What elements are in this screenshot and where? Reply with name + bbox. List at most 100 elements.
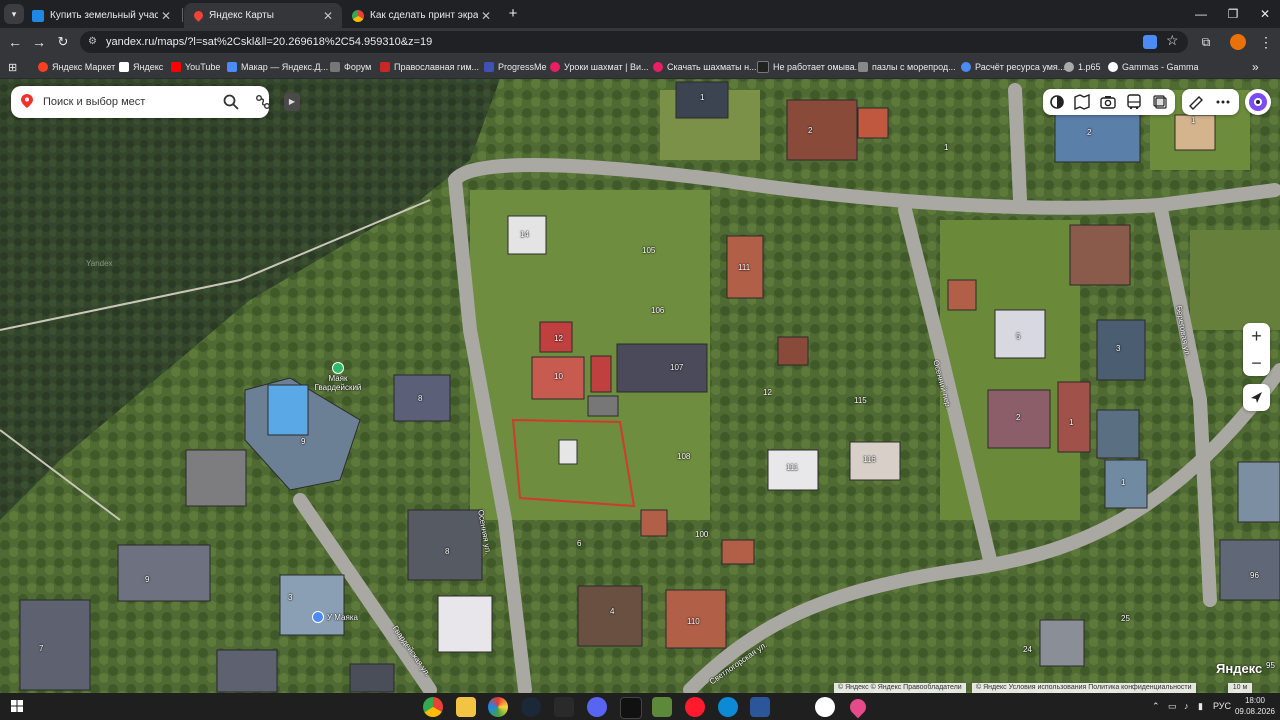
zoom-in-button[interactable]: +: [1243, 323, 1270, 349]
bookmark-yandex[interactable]: Яндекс: [119, 59, 163, 75]
volume-icon[interactable]: ♪: [1184, 693, 1189, 720]
poi-u-mayaka[interactable]: У Маяка: [312, 611, 358, 623]
globe-icon: [1064, 62, 1074, 72]
opera-icon[interactable]: [685, 697, 705, 717]
tab-screenshot-howto[interactable]: Как сделать принт экрана на н ✕: [342, 3, 500, 28]
bookmark-label: Уроки шахмат | Ви...: [564, 62, 649, 72]
network-icon[interactable]: ▭: [1168, 693, 1177, 720]
bookmark-label: Яндекс: [133, 62, 164, 72]
copyright-rightsholders[interactable]: © Яндекс © Яндекс Правообладатели: [834, 683, 966, 693]
map-book-icon[interactable]: [1074, 94, 1090, 110]
language-indicator[interactable]: РУС: [1213, 693, 1231, 720]
bookmark-p65[interactable]: 1.p65: [1064, 59, 1101, 75]
route-icon[interactable]: [255, 94, 271, 110]
bookmark-progressme[interactable]: ProgressMe: [484, 59, 547, 75]
battery-icon[interactable]: ▮: [1198, 693, 1203, 720]
close-icon[interactable]: ✕: [478, 9, 494, 23]
alice-assistant-button[interactable]: [1245, 89, 1271, 115]
windows-start-icon[interactable]: [11, 700, 23, 712]
water-drop-icon[interactable]: [846, 695, 870, 719]
panorama-layers-icon[interactable]: [1152, 94, 1168, 110]
bookmark-puzzles[interactable]: пазлы с морепрод...: [858, 59, 956, 75]
house-number: 96: [1250, 571, 1259, 580]
ruler-icon[interactable]: [1188, 94, 1204, 110]
terminal-icon[interactable]: [620, 697, 642, 719]
file-explorer-icon[interactable]: [456, 697, 476, 717]
close-window-icon[interactable]: ✕: [1250, 2, 1280, 26]
yandex-icon: [119, 62, 129, 72]
reload-icon[interactable]: ↻: [53, 32, 73, 52]
word-icon[interactable]: [750, 697, 770, 717]
site-icon: [961, 62, 971, 72]
more-icon[interactable]: [1215, 94, 1231, 110]
minimize-icon[interactable]: —: [1186, 2, 1216, 26]
tab-title: Как сделать принт экрана на н: [370, 10, 478, 21]
extensions-icon[interactable]: ⧉: [1196, 32, 1216, 52]
collapse-panel-button[interactable]: ▶: [284, 93, 300, 111]
new-tab-button[interactable]: +: [498, 2, 528, 26]
zoom-out-button[interactable]: −: [1243, 350, 1270, 376]
color-app-icon[interactable]: [488, 697, 508, 717]
map-search-box[interactable]: Поиск и выбор мест: [11, 86, 271, 118]
bookmark-chess-download[interactable]: Скачать шахматы н...: [653, 59, 757, 75]
close-icon[interactable]: ✕: [320, 9, 336, 23]
tab-search-button[interactable]: ▾: [4, 4, 24, 24]
bookmark-youtube[interactable]: YouTube: [171, 59, 220, 75]
layers-icon[interactable]: [1049, 94, 1065, 110]
chrome-icon[interactable]: [423, 697, 443, 717]
chrome-icon: [352, 9, 364, 22]
restore-icon[interactable]: ❐: [1218, 2, 1248, 26]
camera-icon[interactable]: [1100, 94, 1116, 110]
clock[interactable]: 18:00 09.08.2026: [1234, 695, 1276, 717]
bookmark-yandex-market[interactable]: Яндекс Маркет: [38, 59, 115, 75]
search-icon[interactable]: [223, 94, 239, 110]
bookmark-resource[interactable]: Расчёт ресурса умя...: [961, 59, 1065, 75]
house-number: 1: [1191, 116, 1196, 125]
bookmark-gammas[interactable]: Gammas - Gamma: [1108, 59, 1199, 75]
steam-icon[interactable]: [521, 697, 541, 717]
more-bookmarks-button[interactable]: »: [1252, 59, 1259, 75]
tray-chevron-icon[interactable]: ⌃: [1152, 693, 1160, 720]
satellite-map[interactable]: 1 2 2 1 1 14 105 111 106 12 107 10 8 12 …: [0, 79, 1280, 693]
apps-grid-icon[interactable]: ⊞: [8, 59, 17, 75]
terms-privacy-links[interactable]: © Яндекс Условия использования Политика …: [972, 683, 1196, 693]
star-icon[interactable]: ☆: [1166, 32, 1179, 49]
minecraft-icon[interactable]: [652, 697, 672, 717]
bookmark-washer[interactable]: Не работает омыва...: [757, 59, 862, 75]
discord-icon[interactable]: [587, 697, 607, 717]
poi-lighthouse[interactable]: Маяк Гвардейский: [308, 362, 368, 392]
profile-avatar[interactable]: [1230, 34, 1246, 50]
site-info-icon[interactable]: ⚙: [88, 36, 100, 48]
bookmark-gymnasium[interactable]: Православная гим...: [380, 59, 479, 75]
back-arrow-icon[interactable]: ←: [5, 32, 25, 52]
house-number: 14: [520, 230, 529, 239]
house-number: 115: [854, 396, 867, 405]
house-number: 107: [670, 363, 684, 372]
my-location-button[interactable]: [1243, 384, 1270, 411]
bookmark-yandex-disk[interactable]: Макар — Яндекс.Д...: [227, 59, 328, 75]
address-bar[interactable]: ⚙ yandex.ru/maps/?l=sat%2Cskl&ll=20.2696…: [80, 31, 1188, 53]
house-number: 2: [808, 126, 813, 135]
epic-games-icon[interactable]: [554, 697, 574, 717]
bookmark-forum[interactable]: Форум: [330, 59, 371, 75]
house-number: 106: [651, 306, 665, 315]
house-number: 105: [642, 246, 656, 255]
house-number: 9: [145, 575, 150, 584]
yandex-logo: Яндекс: [1216, 661, 1263, 676]
scale-ruler: 10 м: [1228, 683, 1252, 693]
tab-land-listing[interactable]: Купить земельный участок в К ✕: [22, 3, 180, 28]
house-number: 111: [786, 463, 799, 472]
search-input[interactable]: Поиск и выбор мест: [43, 86, 145, 118]
watermark-text: Yandex: [86, 259, 113, 268]
house-number: 111: [738, 263, 751, 272]
site-icon: [757, 61, 769, 73]
edge-icon[interactable]: [718, 697, 738, 717]
close-icon[interactable]: ✕: [158, 9, 174, 23]
bookmark-chess-lessons[interactable]: Уроки шахмат | Ви...: [550, 59, 649, 75]
yandex-browser-icon[interactable]: [815, 697, 835, 717]
tab-yandex-maps[interactable]: Яндекс Карты ✕: [184, 3, 342, 28]
bus-icon[interactable]: [1126, 94, 1142, 110]
translate-icon[interactable]: [1143, 35, 1157, 49]
menu-kebab-icon[interactable]: ⋮: [1256, 32, 1276, 52]
forward-arrow-icon[interactable]: →: [29, 32, 49, 52]
